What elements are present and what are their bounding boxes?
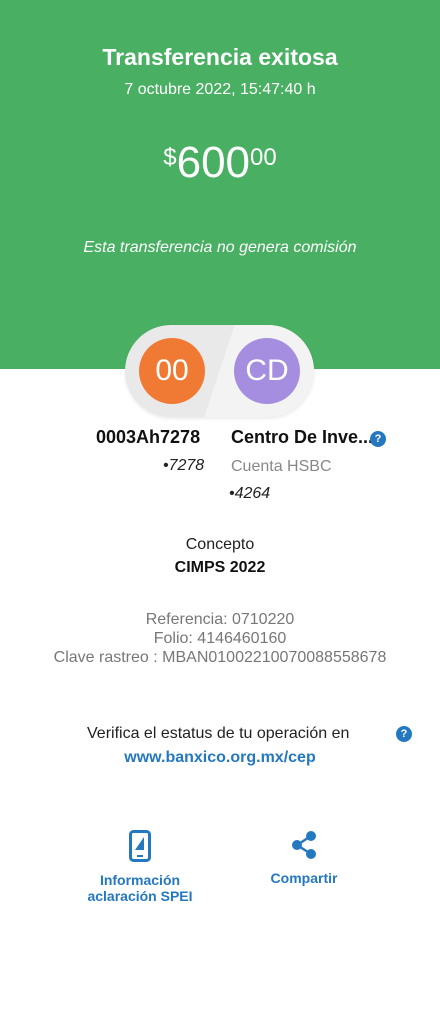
origin-account-suffix: •7278 [163,457,205,474]
banxico-link[interactable]: www.banxico.org.mx/cep [0,749,440,767]
share-button[interactable]: Compartir [254,830,354,886]
commission-note: Esta transferencia no genera comisión [83,239,357,256]
amount-decimals: 00 [250,144,277,171]
destination-bank: Cuenta HSBC [231,458,332,475]
share-label: Compartir [270,870,338,886]
spei-info-label-line1: Información [99,872,181,888]
spei-info-label-line2: aclaración SPEI [87,888,193,904]
verify-help-icon[interactable]: ? [396,726,412,742]
origin-account-name: 0003Ah7278 [96,427,201,447]
concept-label: Concepto [185,536,255,553]
folio-number: Folio: 4146460160 [153,630,287,647]
origin-avatar: 00 [139,338,205,404]
spei-info-button[interactable]: Información aclaración SPEI [70,830,210,904]
concept-value: CIMPS 2022 [174,559,266,576]
destination-account-name: Centro De Inve... [231,427,374,447]
tracking-key: Clave rastreo : MBAN01002210070088558678 [53,649,387,666]
phone-icon [129,830,151,862]
amount-currency: $ [163,144,177,171]
share-icon [292,831,316,859]
page-title: Transferencia exitosa [102,44,338,70]
destination-account-suffix: •4264 [229,485,271,502]
destination-help-icon[interactable]: ? [370,431,386,447]
transfer-datetime: 7 octubre 2022, 15:47:40 h [124,81,316,98]
destination-avatar: CD [234,338,300,404]
reference-number: Referencia: 0710220 [145,611,295,628]
transfer-amount: $60000 [0,138,440,188]
accounts-avatar-pill: 00 CD [125,325,314,417]
verify-status-text: Verifica el estatus de tu operación en [87,725,350,742]
amount-integer: 600 [176,138,251,187]
success-header: Transferencia exitosa 7 octubre 2022, 15… [0,0,440,369]
